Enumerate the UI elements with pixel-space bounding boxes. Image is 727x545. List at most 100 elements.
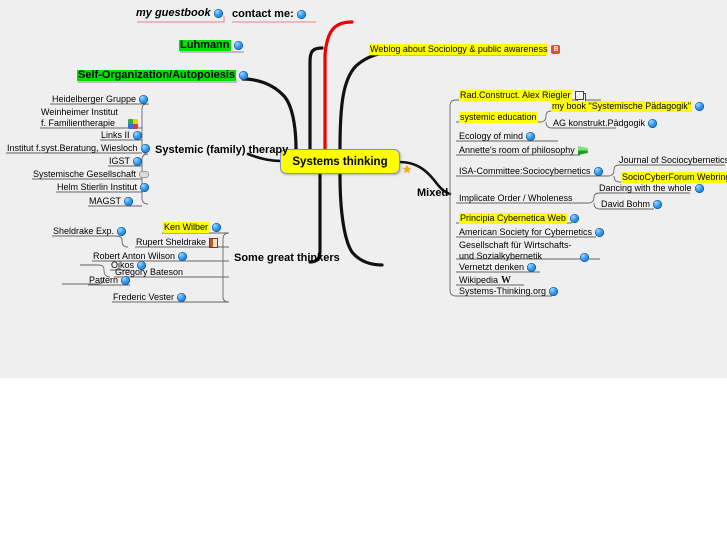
globe-icon (526, 132, 536, 141)
node-weblog[interactable]: Weblog about Sociology & public awarenes… (369, 44, 561, 55)
node-label: contact me: (232, 8, 294, 20)
node-principia-cybernetica-web[interactable]: Principia Cybernetica Web (459, 213, 579, 224)
node-label: SocioCyberForum Webring (621, 172, 727, 183)
node-implicate-order-wholeness[interactable]: Implicate Order / Wholeness (459, 193, 573, 204)
node-label: Mixed (417, 187, 449, 199)
node-label: Systems-Thinking.org (459, 286, 547, 296)
mindmap-canvas[interactable]: Systems thinking ★ my guestbook contact … (0, 0, 727, 378)
node-dancing-with-the-whole[interactable]: Dancing with the whole (599, 183, 704, 194)
node-systemic-education[interactable]: systemic education (459, 112, 538, 123)
node-label: Annette's room of philosophy (459, 145, 575, 155)
node-label: Rupert Sheldrake (136, 237, 207, 247)
flag-icon (577, 146, 588, 155)
node-gesellschaft-wirtschafts-sozialkybernetik[interactable]: Gesellschaft für Wirtschafts- und Sozial… (459, 240, 604, 262)
node-rad-construct-alex-riegler[interactable]: Rad.Construct. Alex Riegler (459, 90, 584, 101)
spine-mixed (449, 99, 457, 297)
globe-icon (124, 197, 134, 206)
spine-sheldrake-exp (52, 235, 129, 248)
globe-icon (233, 41, 243, 50)
node-self-organization[interactable]: Self-Organization/Autopoiesis (77, 69, 249, 81)
node-label: Self-Organization/Autopoiesis (77, 69, 237, 81)
node-label: Ecology of mind (459, 131, 524, 141)
node-label: Oikos (111, 260, 135, 270)
globe-icon (140, 183, 150, 192)
blogger-icon: B (551, 45, 561, 54)
node-label: Gesellschaft für Wirtschafts- und Sozial… (459, 240, 572, 261)
node-systemic-family-therapy[interactable]: Systemic (family) therapy (155, 145, 288, 156)
node-ken-wilber[interactable]: Ken Wilber (163, 222, 222, 233)
globe-icon (178, 252, 188, 261)
node-label: my book "Systemische Pädagogik" (551, 101, 692, 112)
root-label: Systems thinking (292, 155, 388, 168)
node-label: Ken Wilber (163, 222, 210, 233)
grey-icon (139, 171, 150, 178)
node-ag-konstrukt-paedgogik[interactable]: AG konstrukt.Pädgogik (553, 118, 658, 129)
wiki-icon: W (501, 275, 512, 286)
node-annettes-room-of-philosophy[interactable]: Annette's room of philosophy (459, 145, 588, 156)
node-contact-me[interactable]: contact me: (232, 9, 306, 20)
node-mixed[interactable]: Mixed (417, 188, 448, 199)
book-icon (209, 237, 219, 248)
node-label: Sheldrake Exp. (53, 226, 115, 236)
node-frederic-vester[interactable]: Frederic Vester (113, 292, 187, 303)
node-label: Journal of Sociocybernetics (619, 155, 727, 165)
globe-icon (139, 95, 149, 104)
node-heidelberger-gruppe[interactable]: Heidelberger Gruppe (52, 94, 149, 105)
globe-icon (212, 223, 222, 232)
globe-icon (694, 184, 704, 193)
globe-icon (133, 157, 143, 166)
node-helm-stierlin-institut[interactable]: Helm Stierlin Institut (57, 182, 150, 193)
node-label: Links II (101, 130, 130, 140)
node-my-book-systemische-paedagogik[interactable]: my book "Systemische Pädagogik" (551, 101, 704, 112)
node-label: Helm Stierlin Institut (57, 182, 138, 192)
node-journal-of-sociocybernetics[interactable]: Journal of Sociocybernetics (619, 155, 727, 166)
node-systemische-gesellschaft[interactable]: Systemische Gesellschaft (33, 169, 150, 180)
node-pattern[interactable]: Pattern (89, 275, 131, 286)
node-label: Systemic (family) therapy (155, 144, 289, 156)
node-wikipedia[interactable]: Wikipedia W (459, 275, 511, 286)
node-isa-committee-sociocybernetics[interactable]: ISA-Committee:Sociocybernetics (459, 166, 603, 177)
pinwheel-icon (128, 119, 138, 129)
node-my-guestbook[interactable]: my guestbook (136, 8, 223, 19)
globe-icon (213, 9, 223, 18)
globe-icon (648, 119, 658, 128)
node-oikos[interactable]: Oikos (111, 260, 147, 271)
node-sheldrake-exp[interactable]: Sheldrake Exp. (53, 226, 127, 237)
node-label: Weinheimer Institut f. Familientherapie (41, 107, 118, 128)
node-some-great-thinkers[interactable]: Some great thinkers (234, 253, 340, 264)
node-label: American Society for Cybernetics (459, 227, 593, 237)
globe-icon (296, 10, 306, 19)
root-node[interactable]: Systems thinking (280, 149, 400, 174)
copy-icon (574, 91, 584, 100)
node-rupert-sheldrake[interactable]: Rupert Sheldrake (136, 237, 219, 248)
node-david-bohm[interactable]: David Bohm (601, 199, 663, 210)
globe-icon (527, 263, 537, 272)
node-igst[interactable]: IGST (109, 156, 143, 167)
globe-icon (177, 293, 187, 302)
node-label: Vernetzt denken (459, 262, 525, 272)
node-label: Some great thinkers (234, 252, 340, 264)
globe-icon (569, 214, 579, 223)
node-links-ii[interactable]: Links II (101, 130, 142, 141)
node-sociocyberforum-webring[interactable]: SocioCyberForum Webring (621, 172, 727, 183)
node-label: Luhmann (179, 39, 231, 51)
node-label: Pattern (89, 275, 119, 285)
node-magst[interactable]: MAGST (89, 196, 134, 207)
node-label: AG konstrukt.Pädgogik (553, 118, 646, 128)
node-label: David Bohm (601, 199, 651, 209)
trunk-contact (323, 20, 354, 152)
globe-icon (132, 131, 142, 140)
globe-icon (117, 227, 127, 236)
node-label: Systemische Gesellschaft (33, 169, 137, 179)
node-vernetzt-denken[interactable]: Vernetzt denken (459, 262, 537, 273)
node-american-society-for-cybernetics[interactable]: American Society for Cybernetics (459, 227, 605, 238)
node-institut-wiesloch[interactable]: Institut f.syst.Beratung, Wiesloch (7, 143, 150, 154)
node-luhmann[interactable]: Luhmann (179, 40, 243, 51)
trunk-weblog (338, 50, 398, 152)
node-label: my guestbook (136, 7, 211, 19)
node-label: ISA-Committee:Sociocybernetics (459, 166, 591, 176)
node-label: Wikipedia (459, 275, 499, 285)
node-weinheimer-institut[interactable]: Weinheimer Institut f. Familientherapie (41, 107, 141, 129)
node-systems-thinking-org[interactable]: Systems-Thinking.org (459, 286, 559, 297)
node-ecology-of-mind[interactable]: Ecology of mind (459, 131, 536, 142)
